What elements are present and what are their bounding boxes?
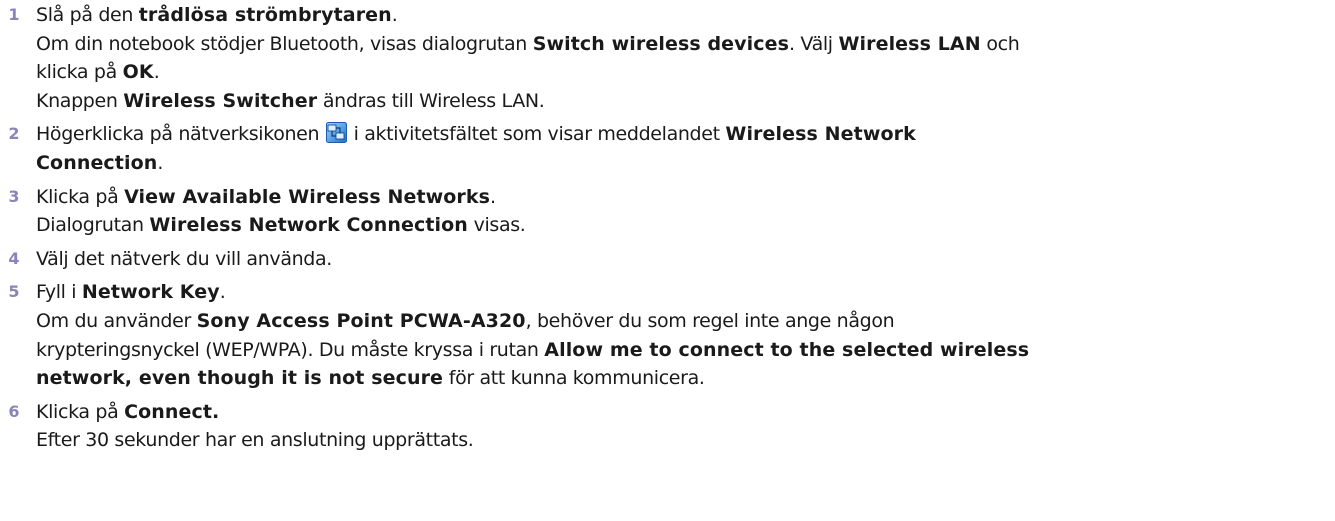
step-text: Klicka på View Available Wireless Networ… [36,183,1331,240]
step-5: 5 Fyll i Network Key. Om du använder Sony … [0,278,1335,392]
step-number: 4 [8,248,20,268]
step-text: Högerklicka på nätverksikonen i aktivite… [36,120,1331,177]
text-run: Om du använder [36,309,197,332]
text-run: ändras till Wireless LAN. [317,89,545,112]
text-run: . [153,61,160,84]
text-line: klicka på OK. [36,58,1331,87]
text-line: Fyll i Network Key. [36,278,1331,307]
bold-text: Connection [36,151,158,174]
text-line: Klicka på Connect. [36,398,1331,427]
bold-text: Wireless Switcher [123,89,318,112]
bold-text: Sony Access Point PCWA-A320 [196,309,526,332]
step-number: 5 [8,282,20,302]
text-run: och [980,32,1020,55]
bold-text: Wireless LAN [838,32,981,55]
text-run: Klicka på [36,400,125,423]
step-number: 1 [8,5,20,24]
text-run: Om din notebook stödjer Bluetooth, visas… [36,32,533,55]
text-run: Dialogrutan [36,214,150,237]
step-number: 3 [8,186,20,206]
text-run: Slå på den [36,4,139,26]
text-run: klicka på [36,61,123,84]
step-1: 1 Slå på den trådlösa strömbrytaren. Om di… [0,1,1335,115]
network-connection-icon [325,122,347,144]
text-line: krypteringsnyckel (WEP/WPA). Du måste kr… [36,336,1331,365]
step-text: Klicka på Connect. Efter 30 sekunder har … [36,398,1331,455]
text-line: Knappen Wireless Switcher ändras till Wi… [36,87,1331,116]
step-number: 6 [8,401,20,421]
step-text: Fyll i Network Key. Om du använder Sony A… [36,278,1331,392]
text-line: Connection. [36,149,1331,178]
bold-text: Connect. [124,400,220,423]
text-line: Klicka på View Available Wireless Networ… [36,183,1331,212]
text-run: krypteringsnyckel (WEP/WPA). Du måste kr… [36,338,545,361]
step-4: 4 Välj det nätverk du vill använda. [0,245,1335,274]
step-6: 6 Klicka på Connect. Efter 30 sekunder har… [0,398,1335,455]
text-run: . [157,151,164,174]
bold-text: Allow me to connect to the selected wire… [544,338,1030,361]
text-run: . [490,185,496,208]
text-run: Knappen [36,89,124,112]
text-line: Om du använder Sony Access Point PCWA-A3… [36,307,1331,336]
text-run: visas. [467,214,526,237]
text-line: Högerklicka på nätverksikonen i aktivite… [36,120,1331,149]
step-3: 3 Klicka på View Available Wireless Netwo… [0,183,1335,240]
text-run: , behöver du som regel inte ange någon [525,309,895,332]
text-line: Om din notebook stödjer Bluetooth, visas… [36,30,1331,59]
text-line: Dialogrutan Wireless Network Connection … [36,211,1331,240]
step-2: 2 Högerklicka på nätverksikonen i aktivit… [0,120,1335,177]
bold-text: View Available Wireless Networks [124,185,491,208]
text-line: network, even though it is not secure fö… [36,364,1331,393]
text-line: Välj det nätverk du vill använda. [36,245,1331,274]
bold-text: network, even though it is not secure [36,367,444,390]
text-run: . Välj [789,32,839,55]
step-number: 2 [8,124,20,144]
text-line: Slå på den trådlösa strömbrytaren. [36,1,1331,30]
text-run: Högerklicka på nätverksikonen [36,123,325,146]
text-run: . [219,281,226,304]
text-run: . [391,4,398,26]
text-run: Klicka på [36,185,125,208]
bold-text: Switch wireless devices [532,32,790,55]
text-run: för att kunna kommunicera. [443,367,705,390]
bold-text: Wireless Network Connection [149,214,468,237]
bold-text: trådlösa strömbrytaren [138,4,392,26]
text-run: Fyll i [36,281,82,304]
text-run: Efter 30 sekunder har en anslutning uppr… [36,429,474,452]
step-text: Slå på den trådlösa strömbrytaren. Om din… [36,1,1331,115]
bold-text: Wireless Network [725,123,916,146]
bold-text: Network Key [81,281,220,304]
text-run: i aktivitetsfältet som visar meddelandet [347,123,726,146]
text-run: Välj det nätverk du vill använda. [36,247,332,270]
bold-text: OK [122,61,154,84]
step-text: Välj det nätverk du vill använda. [36,245,1331,274]
text-line: Efter 30 sekunder har en anslutning uppr… [36,426,1331,455]
